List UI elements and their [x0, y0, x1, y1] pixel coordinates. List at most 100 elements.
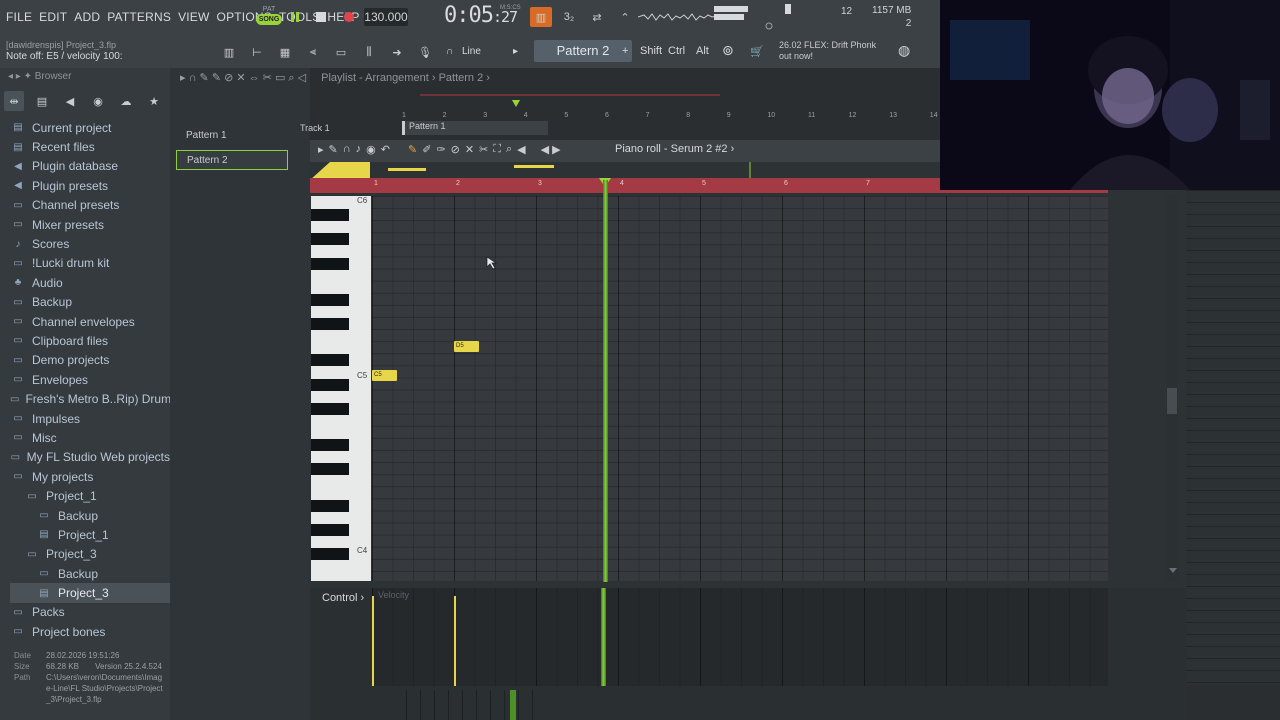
- black-key[interactable]: [311, 547, 349, 560]
- black-key[interactable]: [311, 209, 349, 222]
- vertical-scrollbar[interactable]: [1166, 194, 1178, 582]
- browser-item[interactable]: ♣ Audio: [10, 273, 170, 292]
- pattern-selector[interactable]: Pattern 2: [534, 40, 632, 62]
- next-button[interactable]: ➜: [386, 42, 408, 62]
- piano-keyboard[interactable]: C6 C5 C4: [311, 196, 371, 581]
- pattern-item-2[interactable]: Pattern 2: [176, 150, 288, 170]
- piano-roll-window-button[interactable]: ▥: [218, 42, 240, 62]
- slice-icon[interactable]: ✂: [479, 143, 488, 156]
- browser-item[interactable]: ▤ Project_3: [10, 583, 170, 603]
- help-button[interactable]: ⊚: [722, 42, 734, 59]
- control-target[interactable]: Velocity: [372, 590, 422, 604]
- channel-rack-window-button[interactable]: ⊢: [246, 42, 268, 62]
- browser-item[interactable]: ▭ !Lucki drum kit: [10, 254, 170, 273]
- playlist-window-button[interactable]: ⫷: [302, 42, 324, 62]
- browser-window-button[interactable]: ▭: [330, 42, 352, 62]
- black-key[interactable]: [311, 233, 349, 246]
- metronome-button[interactable]: ⌃: [614, 7, 636, 27]
- black-key[interactable]: [311, 463, 349, 476]
- add-pattern-button[interactable]: +: [622, 45, 628, 57]
- brush-icon[interactable]: ✐: [422, 143, 431, 156]
- browser-item[interactable]: ♪ Scores: [10, 234, 170, 253]
- browser-item[interactable]: ▭ Project_3: [10, 545, 170, 564]
- browser-item[interactable]: ▭ Misc: [10, 428, 170, 447]
- pat-song-toggle[interactable]: PAT SONG: [256, 5, 282, 31]
- browser-item[interactable]: ◀ Plugin presets: [10, 176, 170, 195]
- select-icon[interactable]: ⛶: [493, 143, 501, 156]
- velocity-grid[interactable]: [372, 588, 1108, 686]
- browser-item[interactable]: ▭ Channel presets: [10, 196, 170, 215]
- browser-item[interactable]: ▭ Mixer presets: [10, 215, 170, 234]
- black-key[interactable]: [311, 523, 349, 536]
- browser-tab-all[interactable]: ⇹: [4, 91, 24, 111]
- black-key[interactable]: [311, 378, 349, 391]
- shop-button[interactable]: 🛒: [750, 45, 764, 58]
- black-key[interactable]: [311, 293, 349, 306]
- note-d5[interactable]: D5: [454, 341, 479, 353]
- snap-selector[interactable]: ∩ Line ▸: [444, 43, 518, 61]
- alt-key-button[interactable]: Alt: [696, 45, 709, 57]
- ctrl-key-button[interactable]: Ctrl: [668, 45, 685, 57]
- browser-item[interactable]: ▭ Channel envelopes: [10, 312, 170, 331]
- black-key[interactable]: [311, 499, 349, 512]
- mixer-window-button[interactable]: ▦: [274, 42, 296, 62]
- delete-icon[interactable]: ⊘: [451, 143, 460, 156]
- playlist-track-1[interactable]: Track 1 Pattern 1: [300, 121, 940, 137]
- note-icon[interactable]: ♪: [356, 143, 362, 156]
- browser-item[interactable]: ▭ Backup: [10, 506, 170, 525]
- menu-add[interactable]: ADD: [74, 10, 100, 24]
- scrollbar-thumb[interactable]: [1167, 388, 1177, 414]
- black-key[interactable]: [311, 402, 349, 415]
- wrench-icon[interactable]: ✎: [329, 143, 338, 156]
- magnet-icon[interactable]: ∩: [343, 143, 351, 156]
- zoom-icon[interactable]: ⌕: [506, 143, 512, 156]
- browser-item[interactable]: ▭ Demo projects: [10, 351, 170, 370]
- browser-item[interactable]: ▭ Project bones: [10, 622, 170, 641]
- browser-item[interactable]: ▭ Project_1: [10, 486, 170, 505]
- shift-key-button[interactable]: Shift: [640, 45, 662, 57]
- control-label[interactable]: Control ›: [322, 592, 364, 604]
- channel-arrows-icon[interactable]: ◀ ▶: [541, 143, 561, 156]
- browser-item[interactable]: ▭ Backup: [10, 564, 170, 583]
- black-key[interactable]: [311, 257, 349, 270]
- menu-view[interactable]: VIEW: [178, 10, 209, 24]
- browser-item[interactable]: ▤ Recent files: [10, 137, 170, 156]
- browser-item[interactable]: ▭ Impulses: [10, 409, 170, 428]
- menu-arrow-icon[interactable]: ▸: [318, 143, 324, 156]
- browser-item[interactable]: ▭ Fresh's Metro B..Rip) Drum Kit: [10, 389, 188, 408]
- menu-patterns[interactable]: PATTERNS: [107, 10, 171, 24]
- playback-icon[interactable]: ◀: [517, 143, 525, 156]
- news-panel[interactable]: 26.02 FLEX: Drift Phonk out now!: [779, 40, 889, 62]
- pause-button[interactable]: [286, 8, 304, 26]
- browser-item[interactable]: ▭ Clipboard files: [10, 331, 170, 350]
- browser-tab-plugins[interactable]: ◀: [60, 91, 80, 111]
- mute-icon[interactable]: ✕: [465, 143, 474, 156]
- microphone-button[interactable]: 🎙: [414, 42, 436, 62]
- note-c5[interactable]: C5: [372, 370, 397, 382]
- browser-tab-favorites[interactable]: ★: [144, 91, 164, 111]
- typing-keyboard-button[interactable]: ▥: [530, 7, 552, 27]
- black-key[interactable]: [311, 318, 349, 330]
- browser-item[interactable]: ▭ Envelopes: [10, 370, 170, 389]
- browser-item[interactable]: ◀ Plugin database: [10, 157, 170, 176]
- note-grid[interactable]: C5 D5: [372, 196, 1108, 581]
- tempo-tap-button[interactable]: ⫼: [358, 42, 380, 62]
- undo-icon[interactable]: ↶: [381, 143, 390, 156]
- velocity-bar[interactable]: [372, 596, 374, 686]
- playlist-clip[interactable]: Pattern 1: [402, 121, 548, 135]
- scroll-down-icon[interactable]: [1168, 567, 1178, 575]
- pencil-icon[interactable]: ✎: [408, 143, 417, 156]
- black-key[interactable]: [311, 354, 349, 367]
- browser-tab-sounds[interactable]: ◉: [88, 91, 108, 111]
- browser-tab-cloud[interactable]: ☁: [116, 91, 136, 111]
- black-key[interactable]: [311, 439, 349, 451]
- blend-notes-button[interactable]: ⇄: [586, 7, 608, 27]
- browser-item[interactable]: ▤ Current project: [10, 118, 170, 137]
- paint-icon[interactable]: ✑: [436, 143, 445, 156]
- browser-item[interactable]: ▭ My FL Studio Web projects: [10, 448, 170, 467]
- browser-item[interactable]: ▭ My projects: [10, 467, 170, 486]
- record-button[interactable]: [340, 8, 358, 26]
- menu-edit[interactable]: EDIT: [39, 10, 67, 24]
- browser-tab-project[interactable]: ▤: [32, 91, 52, 111]
- browser-item[interactable]: ▭ Packs: [10, 603, 170, 622]
